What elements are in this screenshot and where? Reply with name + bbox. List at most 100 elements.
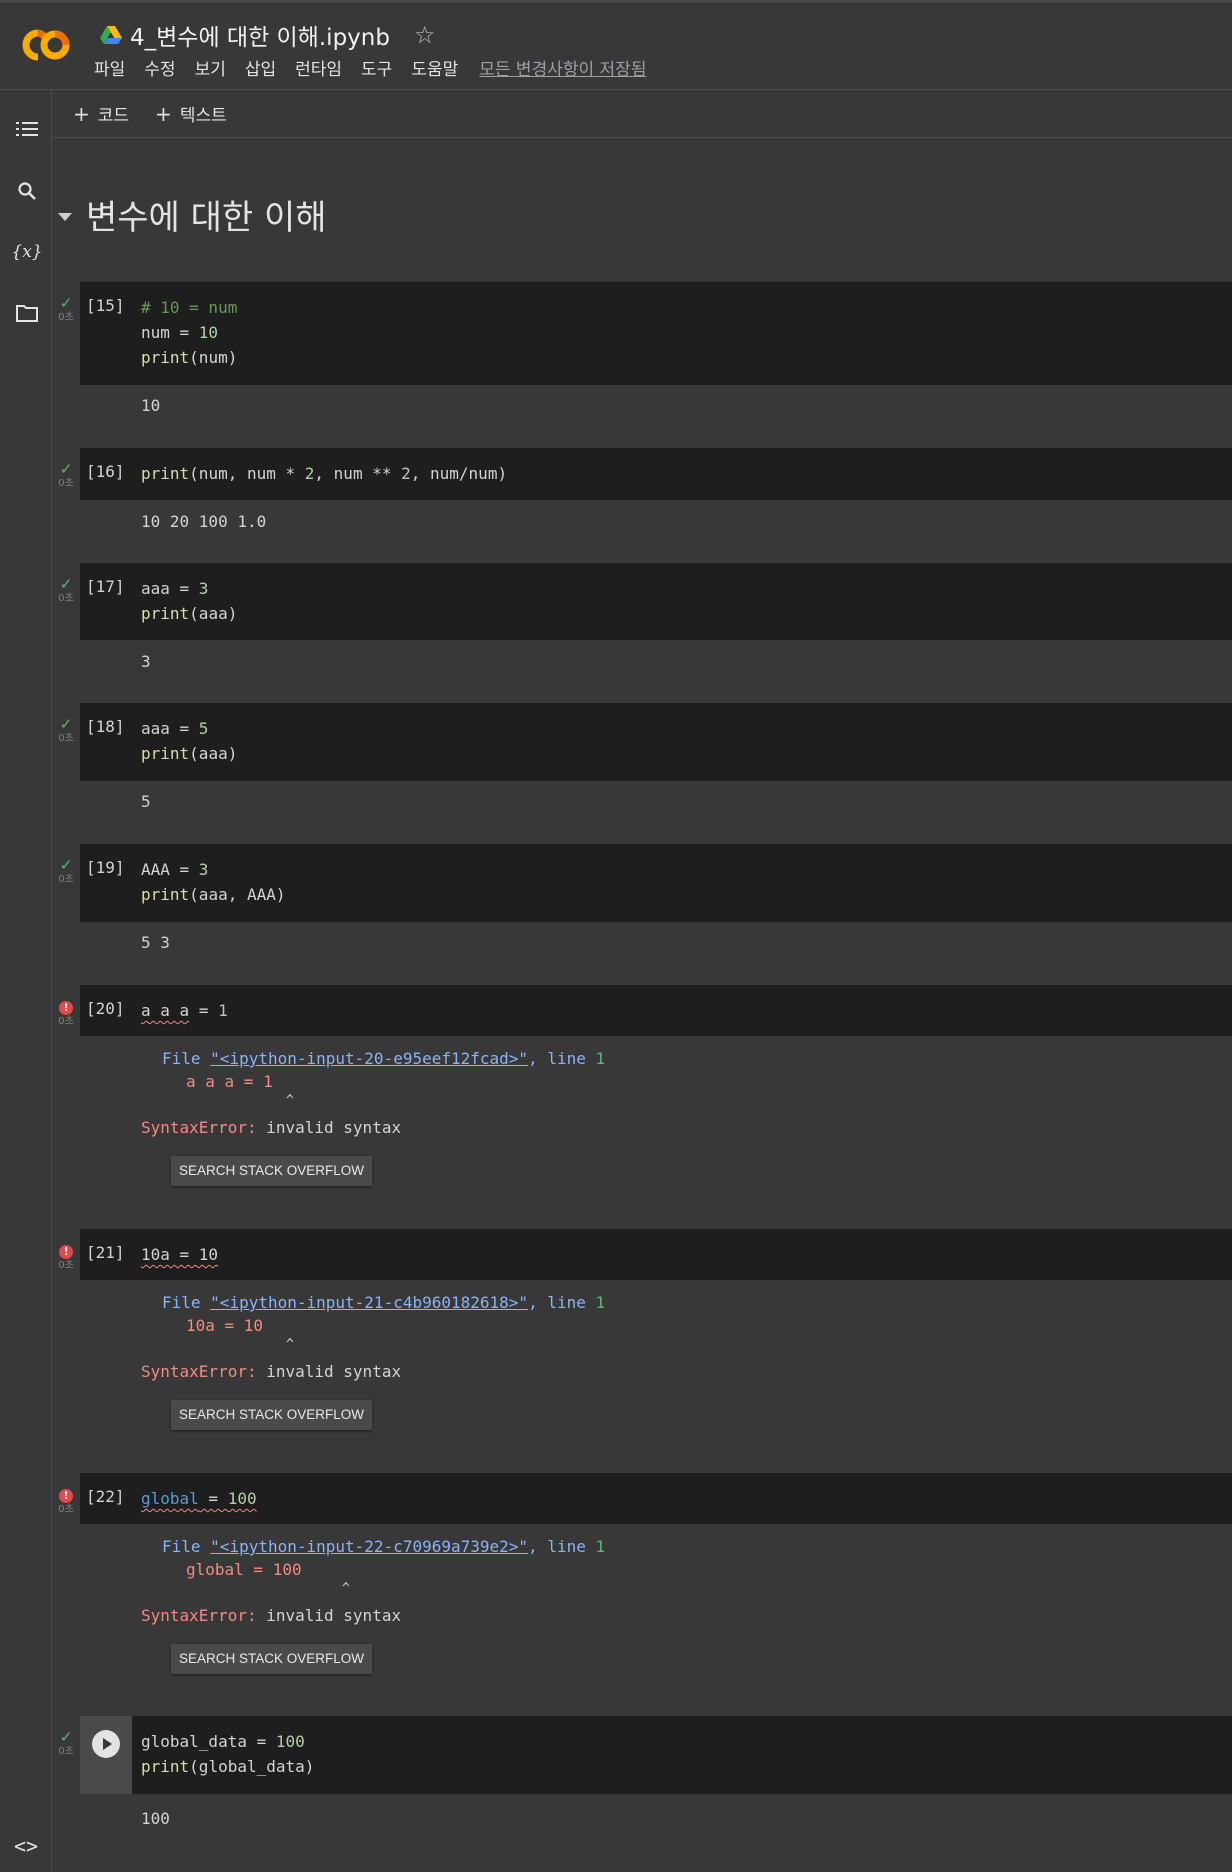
code-cell-21[interactable]: ! 0초 [21] 10a = 10 File "<ipython-input-2… <box>52 1229 1232 1471</box>
success-check-icon: ✓ <box>59 715 73 733</box>
cell-status: ✓ 0초 <box>52 1716 80 1758</box>
code-editor[interactable]: [15] # 10 = num num = 10 print(num) <box>80 282 1232 385</box>
code-cell-15[interactable]: ✓ 0초 [15] # 10 = num num = 10 print(num) … <box>52 282 1232 426</box>
traceback-link[interactable]: "<ipython-input-22-c70969a739e2>" <box>210 1537 528 1556</box>
top-bar: 4_변수에 대한 이해.ipynb ☆ 파일 수정 보기 삽입 런타임 도구 도… <box>0 0 1232 90</box>
code-editor[interactable]: [19] AAA = 3 print(aaa, AAA) <box>80 844 1232 922</box>
success-check-icon: ✓ <box>59 1728 73 1746</box>
cell-output: 10 20 100 1.0 <box>80 500 1232 543</box>
table-of-contents-icon[interactable] <box>14 116 40 142</box>
exec-time: 0초 <box>58 1016 74 1027</box>
traceback-file-line: File "<ipython-input-22-c70969a739e2>", … <box>162 1537 606 1556</box>
menu-view[interactable]: 보기 <box>195 55 226 80</box>
code-source[interactable]: a a a = 1 <box>141 998 228 1023</box>
traceback-link[interactable]: "<ipython-input-20-e95eef12fcad>" <box>210 1049 528 1068</box>
output-text: 3 <box>141 652 151 671</box>
code-cell-18[interactable]: ✓ 0초 [18] aaa = 5 print(aaa) 5 <box>52 703 1232 823</box>
exec-time: 0초 <box>58 1504 74 1515</box>
save-status[interactable]: 모든 변경사항이 저장됨 <box>479 55 646 80</box>
error-icon: ! <box>59 1489 73 1503</box>
menu-runtime[interactable]: 런타임 <box>295 55 342 80</box>
code-source[interactable]: aaa = 3 print(aaa) <box>141 576 237 626</box>
cell-output: 3 <box>80 640 1232 683</box>
error-output: File "<ipython-input-22-c70969a739e2>", … <box>80 1524 1232 1715</box>
exec-count: [20] <box>86 999 125 1018</box>
code-editor[interactable]: [17] aaa = 3 print(aaa) <box>80 563 1232 640</box>
menu-insert[interactable]: 삽입 <box>245 55 276 80</box>
google-drive-icon[interactable] <box>100 25 122 45</box>
code-cell-20[interactable]: ! 0초 [20] a a a = 1 File "<ipython-input-… <box>52 985 1232 1227</box>
traceback-code-line: a a a = 1 <box>186 1072 273 1091</box>
add-text-button[interactable]: + 텍스트 <box>155 101 227 127</box>
menu-help[interactable]: 도움말 <box>411 55 458 80</box>
run-cell-button[interactable] <box>92 1730 120 1758</box>
code-editor[interactable]: [16] print(num, num * 2, num ** 2, num/n… <box>80 448 1232 500</box>
code-cell-16[interactable]: ✓ 0초 [16] print(num, num * 2, num ** 2, n… <box>52 448 1232 543</box>
success-check-icon: ✓ <box>59 575 73 593</box>
traceback-caret: ^ <box>286 1093 294 1108</box>
code-source[interactable]: print(num, num * 2, num ** 2, num/num) <box>141 461 507 486</box>
plus-icon: + <box>155 101 172 126</box>
cell-status: ✓ 0초 <box>52 844 80 886</box>
cell-output: 10 <box>80 385 1232 426</box>
code-editor[interactable]: [21] 10a = 10 <box>80 1229 1232 1280</box>
colab-logo[interactable] <box>18 25 74 65</box>
cell-status: ✓ 0초 <box>52 703 80 745</box>
code-cell-22[interactable]: ! 0초 [22] global = 100 File "<ipython-inp… <box>52 1473 1232 1715</box>
section-header[interactable]: 변수에 대한 이해 <box>58 190 327 239</box>
output-text: 10 <box>141 396 161 415</box>
search-icon[interactable] <box>14 178 40 204</box>
add-text-label: 텍스트 <box>179 106 227 126</box>
cell-output: 5 3 <box>80 922 1232 964</box>
output-text: 10 20 100 1.0 <box>141 512 267 531</box>
cell-status: ! 0초 <box>52 985 80 1028</box>
code-editor[interactable]: global_data = 100 print(global_data) <box>80 1716 1232 1794</box>
output-text: 5 3 <box>141 933 170 952</box>
star-icon[interactable]: ☆ <box>414 21 436 49</box>
cell-status: ✓ 0초 <box>52 282 80 324</box>
code-snippets-icon[interactable]: <> <box>14 1834 38 1858</box>
code-source[interactable]: AAA = 3 print(aaa, AAA) <box>141 857 286 907</box>
code-cell-active[interactable]: ✓ 0초 global_data = 100 print(global_data)… <box>52 1716 1232 1841</box>
exec-count: [22] <box>86 1487 125 1506</box>
output-text: 100 <box>141 1809 170 1828</box>
code-editor[interactable]: [18] aaa = 5 print(aaa) <box>80 703 1232 781</box>
code-editor[interactable]: [20] a a a = 1 <box>80 985 1232 1036</box>
error-icon: ! <box>59 1245 73 1259</box>
traceback-link[interactable]: "<ipython-input-21-c4b960182618>" <box>210 1293 528 1312</box>
exec-count: [19] <box>86 858 125 877</box>
exec-time: 0초 <box>58 874 74 885</box>
traceback-code-line: global = 100 <box>186 1560 302 1579</box>
code-cell-19[interactable]: ✓ 0초 [19] AAA = 3 print(aaa, AAA) 5 3 <box>52 844 1232 964</box>
exec-time: 0초 <box>58 312 74 323</box>
add-code-button[interactable]: + 코드 <box>73 101 129 127</box>
folder-icon[interactable] <box>14 300 40 326</box>
left-sidebar: {x} <box>0 90 52 1872</box>
search-stack-overflow-button[interactable]: SEARCH STACK OVERFLOW <box>171 1644 373 1674</box>
variables-icon[interactable]: {x} <box>11 239 42 265</box>
menu-tools[interactable]: 도구 <box>361 55 392 80</box>
menu-edit[interactable]: 수정 <box>144 55 175 80</box>
traceback-file-line: File "<ipython-input-21-c4b960182618>", … <box>162 1293 606 1312</box>
exec-time: 0초 <box>58 1746 74 1757</box>
code-source[interactable]: global = 100 <box>141 1486 257 1511</box>
cell-output: 100 <box>80 1794 1232 1841</box>
exec-time: 0초 <box>58 478 74 489</box>
traceback-caret: ^ <box>342 1581 350 1596</box>
code-cell-17[interactable]: ✓ 0초 [17] aaa = 3 print(aaa) 3 <box>52 563 1232 683</box>
code-editor[interactable]: [22] global = 100 <box>80 1473 1232 1524</box>
error-output: File "<ipython-input-20-e95eef12fcad>", … <box>80 1036 1232 1227</box>
traceback-file-line: File "<ipython-input-20-e95eef12fcad>", … <box>162 1049 606 1068</box>
search-stack-overflow-button[interactable]: SEARCH STACK OVERFLOW <box>171 1400 373 1430</box>
code-source[interactable]: 10a = 10 <box>141 1242 218 1267</box>
cell-output: 5 <box>80 781 1232 823</box>
code-source[interactable]: aaa = 5 print(aaa) <box>141 716 237 766</box>
code-source[interactable]: # 10 = num num = 10 print(num) <box>141 295 237 370</box>
notebook-title[interactable]: 4_변수에 대한 이해.ipynb <box>130 18 390 52</box>
run-cell-area[interactable] <box>80 1716 132 1794</box>
code-source[interactable]: global_data = 100 print(global_data) <box>141 1729 314 1779</box>
collapse-caret-icon[interactable] <box>58 212 72 221</box>
menu-file[interactable]: 파일 <box>94 55 125 80</box>
search-stack-overflow-button[interactable]: SEARCH STACK OVERFLOW <box>171 1156 373 1186</box>
exec-count: [21] <box>86 1243 125 1262</box>
